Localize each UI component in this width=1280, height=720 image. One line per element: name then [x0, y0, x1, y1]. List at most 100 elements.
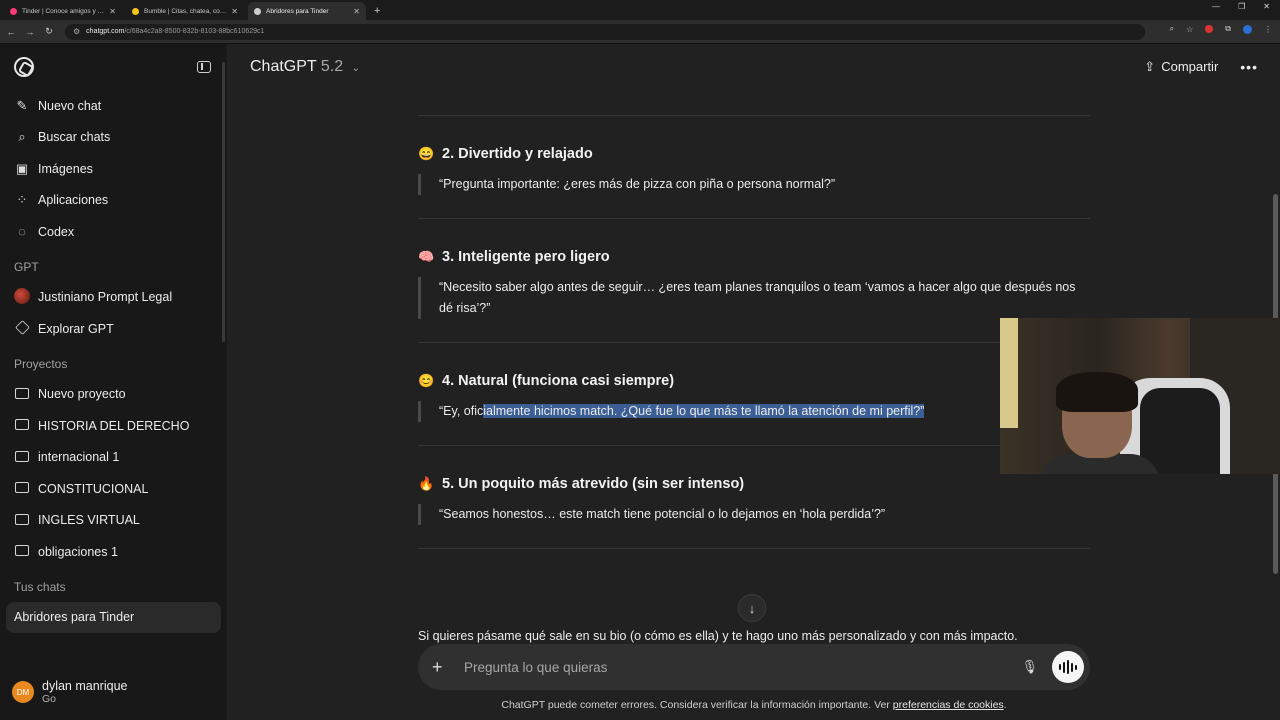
- chats-section-heading: Tus chats: [14, 579, 66, 594]
- option-title: 3. Inteligente pero ligero: [442, 249, 610, 265]
- sidebar-item-label: INGLES VIRTUAL: [38, 513, 140, 528]
- model-selector[interactable]: ChatGPT 5.2 ⌄: [250, 58, 360, 76]
- arrow-down-icon: ↓: [748, 600, 756, 616]
- voice-mode-button[interactable]: [1052, 651, 1084, 683]
- site-info-icon[interactable]: ⚙: [73, 27, 80, 36]
- quote-text: “Ey, ofic: [439, 404, 484, 418]
- profile-icon[interactable]: [1243, 24, 1252, 34]
- minimize-window-icon[interactable]: —: [1212, 2, 1220, 11]
- webcam-overlay: [1000, 318, 1280, 474]
- sidebar-item-explore-gpt[interactable]: Explorar GPT: [0, 313, 227, 345]
- opener-quote: “Ey, oficialmente hicimos match. ¿Qué fu…: [418, 401, 1090, 422]
- address-bar[interactable]: ⚙ chatgpt.com/c/68a4c2a8-8500-832b-8103-…: [65, 23, 1145, 40]
- zoom-icon[interactable]: ⌕: [1170, 24, 1174, 34]
- folder-icon: [15, 545, 29, 557]
- explore-icon: [14, 319, 30, 335]
- divider: [418, 115, 1090, 116]
- avatar: DM: [12, 681, 34, 703]
- bookmark-star-icon[interactable]: ☆: [1186, 25, 1193, 34]
- share-icon: ⇪: [1144, 59, 1156, 74]
- divider: [418, 548, 1090, 549]
- selected-text[interactable]: ialmente hicimos match. ¿Qué fue lo que …: [483, 404, 925, 418]
- option-heading: 🔥 5. Un poquito más atrevido (sin ser in…: [418, 476, 1090, 492]
- attach-plus-icon[interactable]: +: [432, 657, 454, 678]
- extensions-icon[interactable]: ⧉: [1225, 24, 1231, 34]
- sidebar-scrollbar[interactable]: [222, 62, 225, 342]
- sidebar-item-project[interactable]: HISTORIA DEL DERECHO: [0, 410, 227, 442]
- sidebar-item-project[interactable]: internacional 1: [0, 442, 227, 474]
- option-title: 4. Natural (funciona casi siempre): [442, 373, 675, 389]
- sidebar-item-images[interactable]: ▣ Imágenes: [0, 153, 227, 185]
- sidebar-item-search-chats[interactable]: ⌕ Buscar chats: [0, 122, 227, 154]
- back-icon[interactable]: ←: [3, 27, 19, 37]
- browser-tab-tinder[interactable]: Tinder | Conoce amigos y gente ✕: [4, 2, 122, 20]
- tinder-favicon-icon: [10, 7, 17, 15]
- toggle-sidebar-icon[interactable]: [197, 61, 211, 73]
- sidebar-item-apps[interactable]: ⁘ Aplicaciones: [0, 185, 227, 217]
- cookie-preferences-link[interactable]: preferencias de cookies: [893, 699, 1004, 711]
- sidebar-item-label: Codex: [38, 224, 75, 239]
- folder-plus-icon: [15, 387, 29, 399]
- chatgpt-logo-icon[interactable]: [14, 57, 34, 77]
- close-tab-icon[interactable]: ✕: [231, 7, 238, 16]
- prompt-input[interactable]: [464, 659, 1022, 675]
- tab-title: Abridores para Tinder: [266, 7, 329, 15]
- sidebar: ✎ Nuevo chat ⌕ Buscar chats ▣ Imágenes ⁘…: [0, 44, 228, 720]
- option-heading: 🧠 3. Inteligente pero ligero: [418, 249, 1090, 265]
- user-plan: Go: [42, 693, 57, 705]
- sidebar-item-label: Justiniano Prompt Legal: [38, 290, 173, 305]
- new-chat-icon: ✎: [16, 97, 28, 113]
- sidebar-item-label: Imágenes: [38, 161, 93, 176]
- brain-emoji-icon: 🧠: [418, 249, 435, 264]
- sidebar-item-label: Nuevo proyecto: [38, 387, 126, 402]
- apps-icon: ⁘: [16, 192, 28, 208]
- sidebar-item-project[interactable]: INGLES VIRTUAL: [0, 505, 227, 537]
- sidebar-item-project[interactable]: CONSTITUCIONAL: [0, 473, 227, 505]
- microphone-icon[interactable]: 🎙: [1021, 659, 1038, 675]
- reload-icon[interactable]: ↻: [41, 26, 57, 37]
- sidebar-chat-item[interactable]: Abridores para Tinder: [6, 601, 221, 633]
- close-window-icon[interactable]: ✕: [1263, 2, 1270, 11]
- sidebar-item-label: internacional 1: [38, 450, 120, 465]
- browser-tab-strip: Tinder | Conoce amigos y gente ✕ Bumble …: [0, 0, 1280, 20]
- user-profile[interactable]: DM dylan manrique Go: [0, 664, 228, 720]
- codex-icon: ◌: [18, 224, 26, 240]
- fire-emoji-icon: 🔥: [418, 476, 435, 491]
- extension-record-icon[interactable]: [1205, 25, 1214, 33]
- option-title: 2. Divertido y relajado: [442, 146, 593, 162]
- browser-tab-chatgpt[interactable]: Abridores para Tinder ✕: [248, 2, 366, 20]
- sidebar-item-label: obligaciones 1: [38, 544, 118, 559]
- share-label: Compartir: [1161, 59, 1219, 74]
- composer: + 🎙: [418, 644, 1090, 690]
- sidebar-item-new-project[interactable]: Nuevo proyecto: [0, 379, 227, 411]
- chat-header: ChatGPT 5.2 ⌄ ⇪ Compartir •••: [228, 44, 1280, 90]
- more-options-icon[interactable]: •••: [1240, 59, 1258, 75]
- scroll-to-bottom-button[interactable]: ↓: [738, 594, 766, 622]
- share-button[interactable]: ⇪ Compartir: [1144, 59, 1218, 75]
- option-heading: 😄 2. Divertido y relajado: [418, 146, 1090, 162]
- conversation: 😄 2. Divertido y relajado “Pregunta impo…: [418, 90, 1090, 549]
- sidebar-item-codex[interactable]: ◌ Codex: [0, 216, 227, 248]
- url-host: chatgpt.com: [86, 28, 125, 35]
- sidebar-item-label: Buscar chats: [38, 130, 111, 145]
- browser-toolbar: ← → ↻ ⚙ chatgpt.com/c/68a4c2a8-8500-832b…: [0, 20, 1280, 44]
- new-tab-icon[interactable]: +: [374, 5, 380, 17]
- opener-quote: “Necesito saber algo antes de seguir… ¿e…: [418, 277, 1090, 319]
- sidebar-item-label: Explorar GPT: [38, 321, 114, 336]
- close-tab-icon[interactable]: ✕: [353, 7, 360, 16]
- model-name: ChatGPT: [250, 58, 317, 75]
- close-tab-icon[interactable]: ✕: [109, 7, 116, 16]
- browser-tab-bumble[interactable]: Bumble | Citas, chatea, conoce ✕: [126, 2, 244, 20]
- gpt-avatar-icon: [14, 287, 30, 304]
- sidebar-item-justiniano[interactable]: Justiniano Prompt Legal: [0, 282, 227, 314]
- user-name: dylan manrique: [42, 679, 128, 693]
- forward-icon[interactable]: →: [22, 27, 38, 37]
- restore-window-icon[interactable]: ❐: [1238, 2, 1245, 11]
- chevron-down-icon: ⌄: [351, 63, 360, 74]
- divider: [418, 342, 1090, 343]
- grinning-emoji-icon: 😄: [418, 146, 435, 161]
- sidebar-item-project[interactable]: obligaciones 1: [0, 536, 227, 568]
- sidebar-item-new-chat[interactable]: ✎ Nuevo chat: [0, 90, 227, 122]
- browser-menu-icon[interactable]: ⋮: [1264, 25, 1272, 34]
- sidebar-item-label: Abridores para Tinder: [14, 610, 135, 625]
